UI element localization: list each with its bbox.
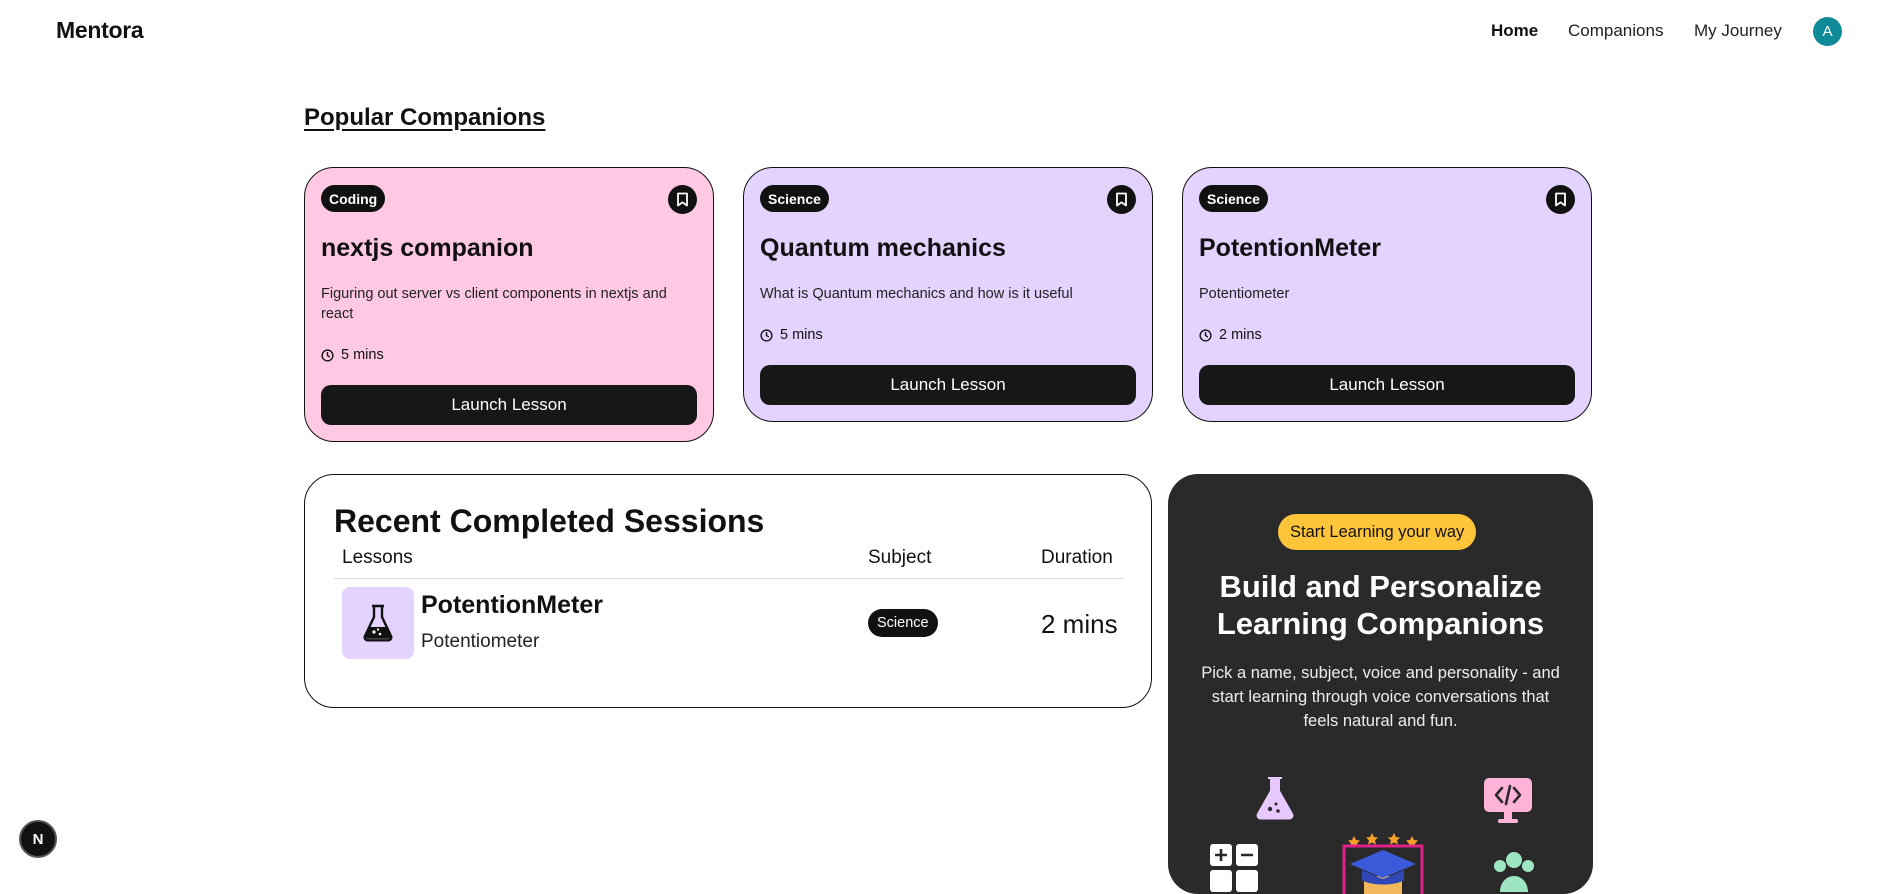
nav-link-home[interactable]: Home xyxy=(1491,21,1538,41)
clock-icon xyxy=(760,328,773,342)
cta-description: Pick a name, subject, voice and personal… xyxy=(1201,664,1560,730)
page-title: Popular Companions xyxy=(304,104,546,131)
column-header-lessons: Lessons xyxy=(342,547,413,568)
duration-label: 5 mins xyxy=(780,327,823,343)
cta-title: Build and Personalize Learning Companion… xyxy=(1216,569,1545,641)
subject-badge: Coding xyxy=(321,185,386,212)
launch-lesson-button[interactable]: Launch Lesson xyxy=(321,385,697,425)
code-monitor-icon xyxy=(1484,778,1532,823)
companion-card: Science PotentionMeter Potentiometer 2 m… xyxy=(1182,167,1592,422)
column-header-duration: Duration xyxy=(1041,547,1113,568)
companion-card: Coding nextjs companion Figuring out ser… xyxy=(304,167,714,442)
subject-badge: Science xyxy=(868,609,938,637)
lesson-title: PotentionMeter xyxy=(421,591,603,619)
cta-panel: Start Learning your way Build and Person… xyxy=(1168,474,1593,894)
lesson-duration: 2 mins xyxy=(1041,609,1118,639)
graduation-cap-icon xyxy=(1342,833,1424,894)
calculator-icon xyxy=(1210,844,1258,892)
lesson-subtitle: Potentiometer xyxy=(421,631,540,652)
recent-sessions-panel: Recent Completed Sessions Lessons Subjec… xyxy=(304,474,1152,708)
recent-sessions-title: Recent Completed Sessions xyxy=(334,503,765,539)
start-learning-badge[interactable]: Start Learning your way xyxy=(1278,514,1477,550)
card-title: nextjs companion xyxy=(321,234,534,262)
nextjs-dev-indicator-button[interactable]: N xyxy=(19,820,57,858)
logo[interactable]: Mentora xyxy=(56,17,144,44)
nav-link-my-journey[interactable]: My Journey xyxy=(1694,21,1782,41)
subject-badge: Science xyxy=(760,185,829,212)
launch-lesson-button[interactable]: Launch Lesson xyxy=(1199,365,1575,405)
card-title: PotentionMeter xyxy=(1199,234,1381,262)
duration-label: 2 mins xyxy=(1219,327,1262,343)
bookmark-button[interactable] xyxy=(1107,185,1136,214)
subject-badge: Science xyxy=(1199,185,1268,212)
card-title: Quantum mechanics xyxy=(760,234,1006,262)
clock-icon xyxy=(1199,328,1212,342)
flask-icon xyxy=(1256,777,1294,820)
card-description: What is Quantum mechanics and how is it … xyxy=(760,286,1073,302)
bookmark-icon xyxy=(677,192,688,207)
card-duration: 2 mins xyxy=(1199,327,1262,343)
launch-lesson-button[interactable]: Launch Lesson xyxy=(760,365,1136,405)
card-description: Figuring out server vs client components… xyxy=(321,286,667,322)
nav-link-companions[interactable]: Companions xyxy=(1568,21,1663,41)
clock-icon xyxy=(321,348,334,362)
companion-card: Science Quantum mechanics What is Quantu… xyxy=(743,167,1153,422)
users-icon xyxy=(1494,852,1534,892)
user-avatar[interactable]: A xyxy=(1813,17,1842,46)
lesson-thumbnail xyxy=(342,587,414,659)
bookmark-icon xyxy=(1555,192,1566,207)
flask-icon xyxy=(363,604,393,642)
card-duration: 5 mins xyxy=(321,347,384,363)
duration-label: 5 mins xyxy=(341,347,384,363)
navbar: Mentora Home Companions My Journey A xyxy=(0,0,1901,62)
card-duration: 5 mins xyxy=(760,327,823,343)
bookmark-icon xyxy=(1116,192,1127,207)
card-description: Potentiometer xyxy=(1199,286,1290,302)
column-header-subject: Subject xyxy=(868,547,932,568)
bookmark-button[interactable] xyxy=(1546,185,1575,214)
bookmark-button[interactable] xyxy=(668,185,697,214)
header-divider xyxy=(334,578,1124,579)
